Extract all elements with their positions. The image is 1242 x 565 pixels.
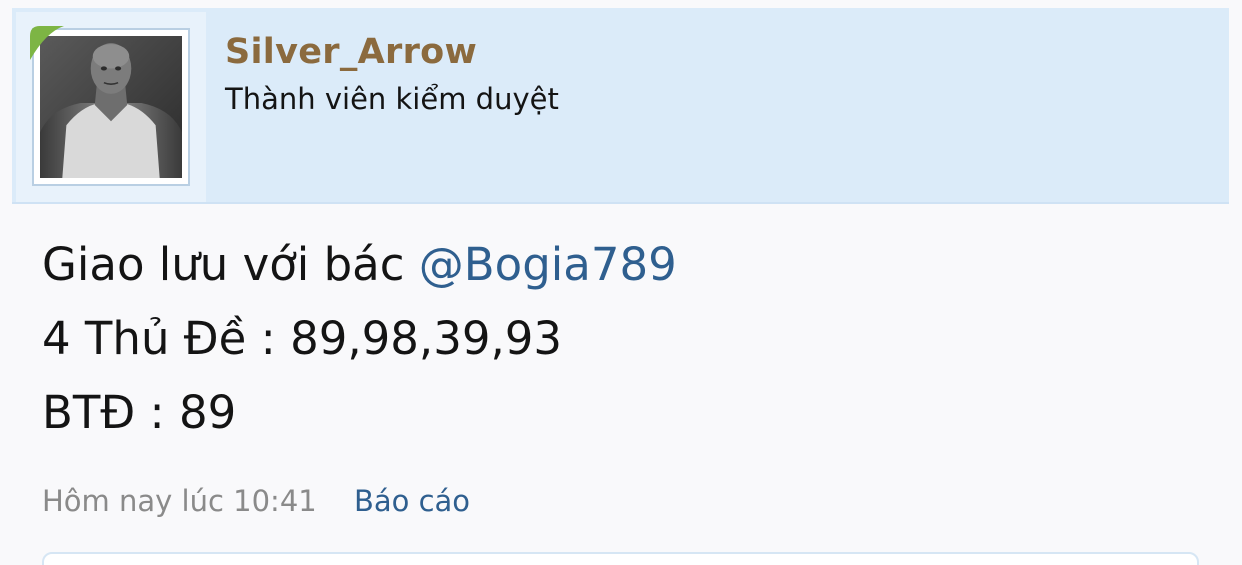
- message-line-3: BTĐ : 89: [42, 386, 237, 439]
- author-username[interactable]: Silver_Arrow: [225, 32, 477, 72]
- report-link[interactable]: Báo cáo: [354, 484, 470, 518]
- post-container: Silver_Arrow Thành viên kiểm duyệt Giao …: [0, 0, 1242, 565]
- mention-link[interactable]: @Bogia789: [419, 238, 677, 291]
- post-user-bar: Silver_Arrow Thành viên kiểm duyệt: [12, 8, 1229, 204]
- reply-box[interactable]: [42, 552, 1199, 565]
- message-text: Giao lưu với bác: [42, 238, 419, 291]
- post-meta: Hôm nay lúc 10:41 Báo cáo: [42, 484, 470, 518]
- post-timestamp[interactable]: Hôm nay lúc 10:41: [42, 484, 317, 518]
- online-indicator-icon: [30, 26, 64, 60]
- message-line-2: 4 Thủ Đề : 89,98,39,93: [42, 312, 563, 365]
- avatar-box: [16, 12, 206, 202]
- author-title: Thành viên kiểm duyệt: [225, 82, 559, 116]
- message-line-1: Giao lưu với bác @Bogia789: [42, 228, 677, 302]
- post-message: Giao lưu với bác @Bogia789 4 Thủ Đề : 89…: [42, 228, 677, 450]
